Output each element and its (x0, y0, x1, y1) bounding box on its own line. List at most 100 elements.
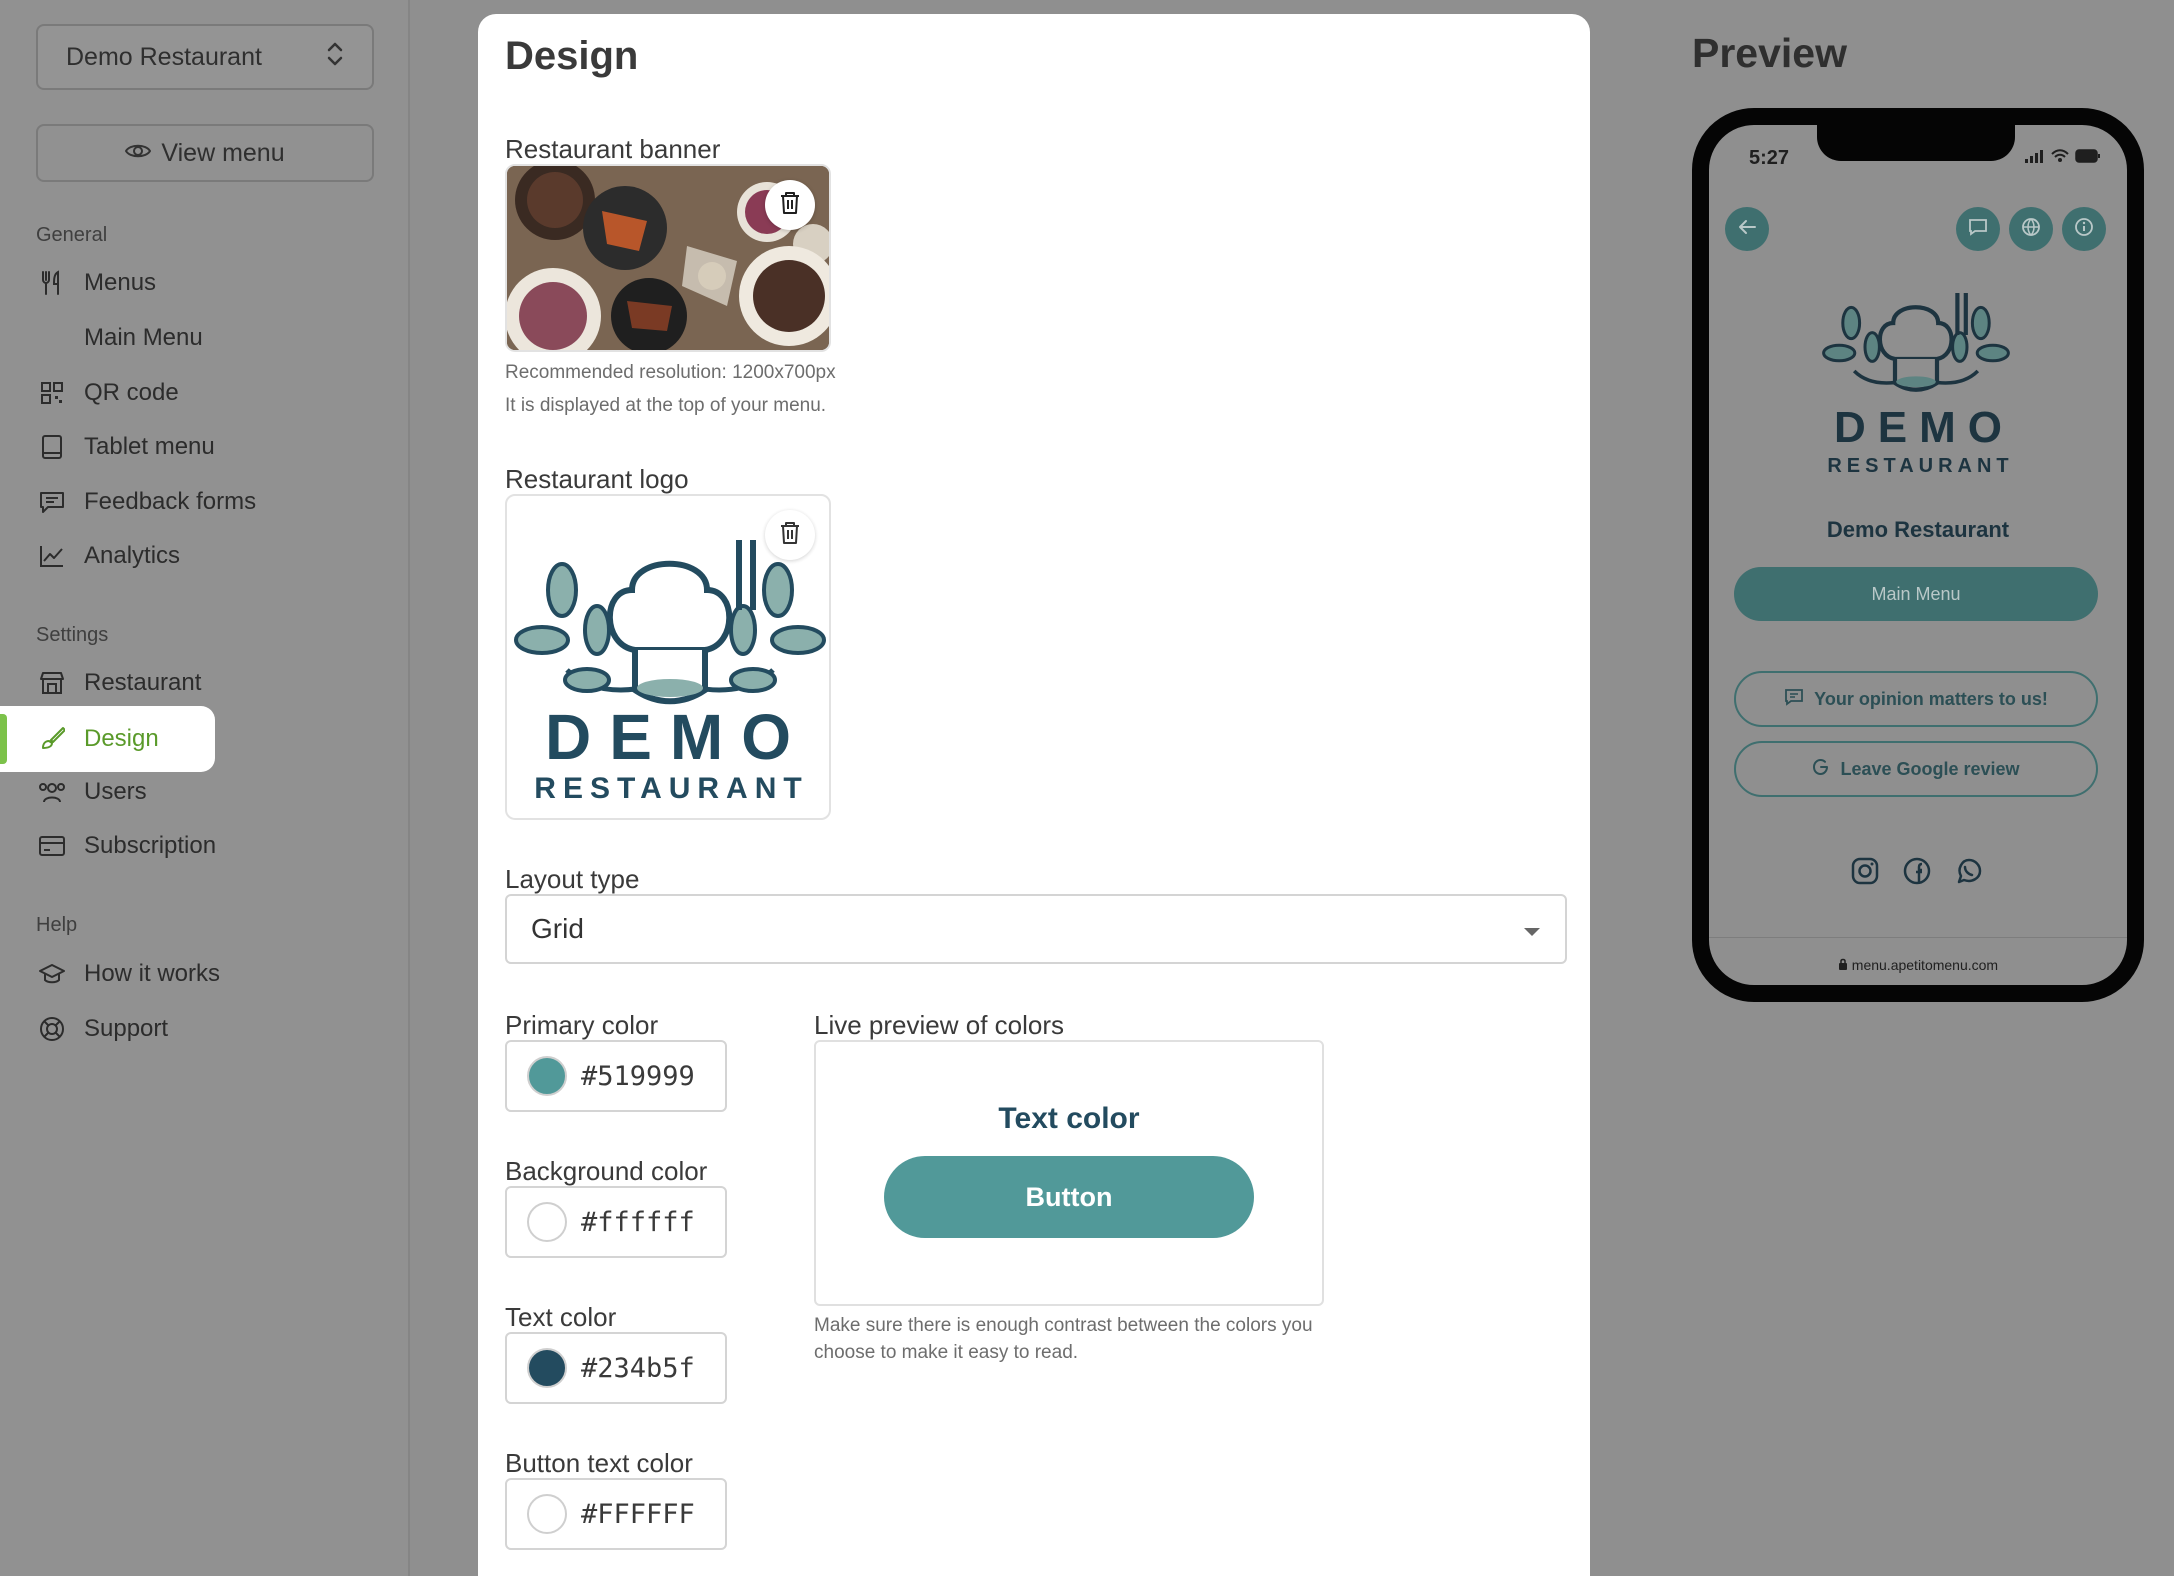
text-color-label: Text color (505, 1302, 617, 1332)
text-color-value: #234b5f (581, 1352, 695, 1384)
preview-title: Preview (1692, 30, 1847, 76)
sidebar-item-subscription[interactable]: Subscription (0, 819, 400, 873)
preview-main-menu-button[interactable]: Main Menu (1734, 567, 2098, 621)
live-preview-text: Text color (998, 1102, 1140, 1135)
delete-banner-button[interactable] (765, 180, 815, 230)
background-color-value: #ffffff (581, 1206, 695, 1238)
sidebar-item-label: Support (84, 1015, 169, 1042)
delete-logo-button[interactable] (765, 510, 815, 560)
brush-icon (38, 725, 66, 753)
lifebuoy-icon (38, 1015, 66, 1043)
trash-icon (779, 191, 801, 220)
message-icon (1784, 688, 1804, 711)
tablet-icon (38, 433, 66, 461)
restaurant-select[interactable]: Demo Restaurant (36, 24, 374, 90)
banner-hint-display: It is displayed at the top of your menu. (505, 395, 827, 416)
store-icon (38, 669, 66, 697)
sidebar-item-label: Design (84, 725, 159, 752)
sidebar-item-qr-code[interactable]: QR code (0, 366, 400, 420)
live-preview-button: Button (884, 1156, 1254, 1238)
sidebar-item-tablet-menu[interactable]: Tablet menu (0, 420, 400, 474)
preview-opinion-label: Your opinion matters to us! (1814, 688, 2048, 709)
sidebar-item-analytics[interactable]: Analytics (0, 529, 400, 583)
message-icon (38, 488, 66, 516)
button-text-color-value: #FFFFFF (581, 1498, 695, 1530)
sidebar-item-feedback-forms[interactable]: Feedback forms (0, 475, 400, 529)
users-icon (38, 778, 66, 806)
background-color-field[interactable]: #ffffff (505, 1186, 727, 1258)
sidebar-item-menus[interactable]: Menus (0, 256, 400, 310)
banner-image[interactable] (505, 164, 831, 352)
primary-color-swatch[interactable] (527, 1056, 567, 1096)
button-text-color-label: Button text color (505, 1448, 693, 1478)
logo-image[interactable]: DEMO RESTAURANT (505, 494, 831, 820)
button-text-color-swatch[interactable] (527, 1494, 567, 1534)
preview-logo-demo: DEMO (1834, 403, 2014, 452)
preview-restaurant-name: Demo Restaurant (1826, 517, 2010, 542)
preview-opinion-button[interactable]: Your opinion matters to us! (1734, 671, 2098, 727)
design-card: Design Restaurant banner Recommended res… (478, 14, 1590, 1576)
google-icon (1812, 758, 1830, 781)
sidebar-item-label: Main Menu (84, 324, 203, 351)
preview-google-review-button[interactable]: Leave Google review (1734, 741, 2098, 797)
sidebar-item-users[interactable]: Users (0, 765, 400, 819)
sidebar-item-label: Users (84, 778, 147, 805)
preview-divider (1709, 937, 2127, 938)
background-color-swatch[interactable] (527, 1202, 567, 1242)
live-preview-label: Live preview of colors (814, 1010, 1064, 1040)
sidebar-item-how-it-works[interactable]: How it works (0, 947, 400, 1001)
text-color-field[interactable]: #234b5f (505, 1332, 727, 1404)
primary-color-field[interactable]: #519999 (505, 1040, 727, 1112)
credit-card-icon (38, 832, 66, 860)
primary-color-value: #519999 (581, 1060, 695, 1092)
caret-down-icon (1523, 913, 1541, 945)
wifi-icon (2051, 149, 2069, 168)
section-general: General (36, 224, 108, 246)
sidebar-item-label: Restaurant (84, 669, 202, 696)
signal-icon (2025, 149, 2045, 168)
trash-icon (779, 521, 801, 550)
preview-info-button[interactable] (2062, 207, 2106, 251)
section-settings: Settings (36, 624, 109, 646)
preview-feedback-button[interactable] (1956, 207, 2000, 251)
preview-url-text: menu.apetitomenu.com (1851, 957, 1999, 973)
fork-knife-icon (38, 269, 66, 297)
logo-restaurant-text: RESTAURANT (534, 772, 809, 805)
sidebar-item-label: Analytics (84, 542, 181, 569)
restaurant-select-value: Demo Restaurant (66, 42, 262, 71)
instagram-icon[interactable] (1847, 853, 1883, 889)
globe-icon (2021, 217, 2041, 242)
status-time: 5:27 (1749, 147, 1790, 169)
sidebar-item-label: Subscription (84, 832, 217, 859)
sidebar-item-design[interactable]: Design (0, 706, 215, 772)
view-menu-label: View menu (161, 138, 285, 167)
preview-back-button[interactable] (1725, 207, 1769, 251)
sidebar-item-restaurant[interactable]: Restaurant (0, 656, 400, 710)
battery-icon (2075, 149, 2101, 168)
whatsapp-icon[interactable] (1951, 853, 1987, 889)
facebook-icon[interactable] (1899, 853, 1935, 889)
view-menu-button[interactable]: View menu (36, 124, 374, 182)
sidebar-item-label: How it works (84, 960, 221, 987)
button-text-color-field[interactable]: #FFFFFF (505, 1478, 727, 1550)
sidebar-item-label: Feedback forms (84, 488, 257, 515)
section-help: Help (36, 914, 78, 936)
banner-label: Restaurant banner (505, 134, 721, 164)
arrow-left-icon (1737, 219, 1757, 240)
lock-icon (1838, 957, 1848, 973)
sidebar-item-main-menu[interactable]: Main Menu (0, 311, 400, 365)
home-indicator (1843, 989, 1993, 994)
message-icon (1968, 218, 1988, 241)
sidebar-item-label: Menus (84, 269, 157, 296)
banner-hint-resolution: Recommended resolution: 1200x700px (505, 362, 836, 383)
chevron-updown-icon (326, 40, 344, 75)
preview-logo-restaurant: RESTAURANT (1827, 455, 2014, 477)
sidebar-item-support[interactable]: Support (0, 1002, 400, 1056)
layout-type-select[interactable]: Grid (505, 894, 1567, 964)
contrast-hint: Make sure there is enough contrast betwe… (814, 1315, 1313, 1363)
text-color-swatch[interactable] (527, 1348, 567, 1388)
sidebar: Demo Restaurant View menu General Menus … (0, 0, 410, 1576)
chart-line-icon (38, 542, 66, 570)
preview-language-button[interactable] (2009, 207, 2053, 251)
sidebar-item-label: QR code (84, 379, 179, 406)
